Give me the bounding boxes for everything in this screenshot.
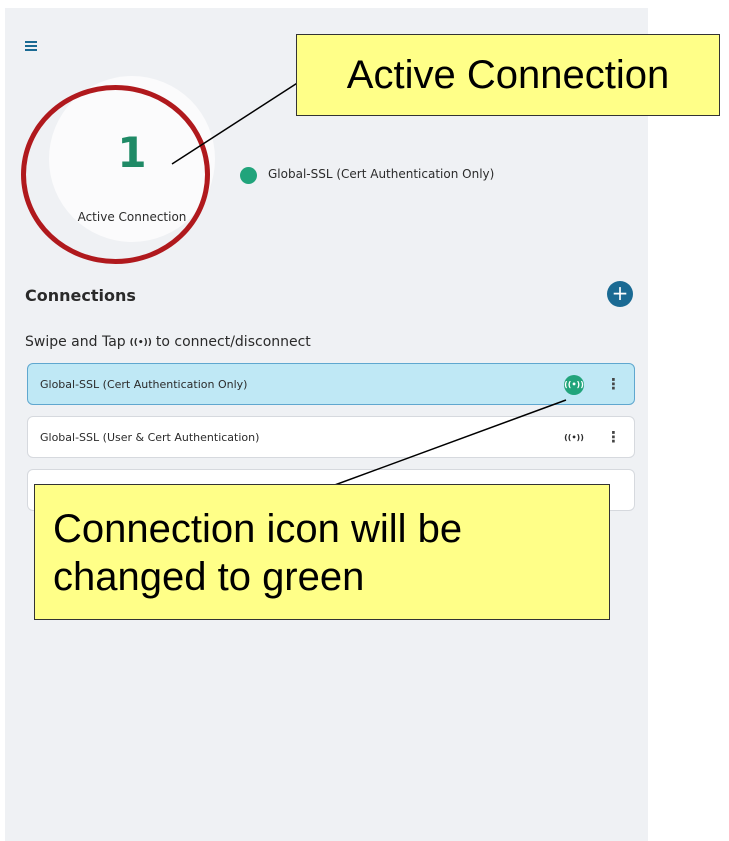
hint-text-start: Swipe and Tap	[25, 334, 126, 350]
active-connection-summary: 1 Active Connection	[49, 76, 215, 242]
connection-row-user-cert[interactable]: Global-SSL (User & Cert Authentication) …	[27, 416, 635, 458]
vpn-app-screen: 1 Active Connection Global-SSL (Cert Aut…	[5, 8, 648, 841]
connections-heading: Connections	[25, 286, 136, 305]
connection-name: Global-SSL (Cert Authentication Only)	[40, 378, 248, 391]
active-connection-name: Global-SSL (Cert Authentication Only)	[268, 167, 495, 181]
callout-line-1: Connection icon will be	[53, 507, 463, 551]
connection-icon-callout: Connection icon will be changed to green	[34, 484, 610, 620]
connected-status-dot	[240, 167, 257, 184]
broadcast-icon[interactable]: ((•))	[564, 428, 584, 448]
hamburger-icon[interactable]	[25, 41, 37, 51]
hint-text-end: to connect/disconnect	[155, 334, 311, 350]
connection-name: Global-SSL (User & Cert Authentication)	[40, 431, 260, 444]
broadcast-icon[interactable]: ((•))	[564, 375, 584, 395]
callout-line-2: changed to green	[53, 555, 365, 599]
active-connection-label: Active Connection	[77, 210, 187, 224]
connect-hint: Swipe and Tap ((•)) to connect/disconnect	[25, 334, 311, 350]
active-connection-callout: Active Connection	[296, 34, 720, 116]
connection-row-cert-only[interactable]: Global-SSL (Cert Authentication Only) ((…	[27, 363, 635, 405]
add-connection-button[interactable]: +	[607, 281, 633, 307]
kebab-icon[interactable]: ⋮	[606, 374, 621, 394]
broadcast-icon: ((•))	[129, 338, 152, 348]
kebab-icon[interactable]: ⋮	[606, 427, 621, 447]
active-connection-count: 1	[117, 128, 147, 177]
